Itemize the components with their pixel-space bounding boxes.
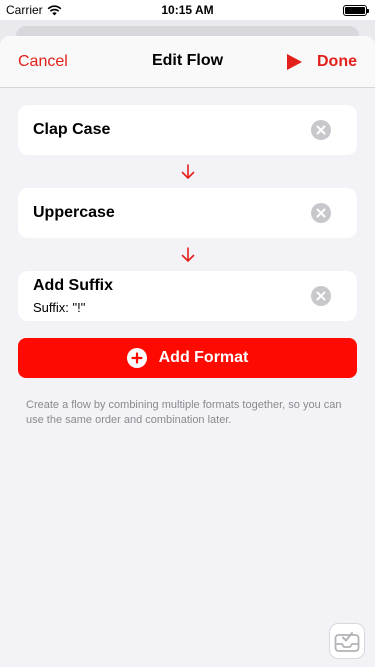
add-format-label: Add Format	[158, 349, 249, 366]
flow-steps-list: Clap Case Uppercase Add Suffix Suffix: "…	[18, 105, 357, 321]
tray-check-icon	[334, 632, 360, 652]
flow-step[interactable]: Add Suffix Suffix: "!"	[18, 271, 357, 321]
remove-step-icon[interactable]	[311, 120, 331, 140]
app-logo-icon	[329, 623, 365, 659]
plus-circle-icon	[126, 348, 147, 368]
battery-level	[345, 7, 365, 14]
battery-icon	[343, 5, 369, 16]
done-button[interactable]: Done	[317, 53, 357, 71]
flow-step[interactable]: Clap Case	[18, 105, 357, 155]
arrow-down-icon	[181, 163, 194, 179]
step-subtitle: Suffix: "!"	[33, 300, 86, 315]
add-format-button[interactable]: Add Format	[18, 338, 357, 378]
play-icon[interactable]	[285, 53, 303, 71]
cancel-button[interactable]: Cancel	[18, 53, 68, 71]
flow-arrow	[18, 155, 357, 188]
step-title: Clap Case	[33, 121, 111, 138]
remove-step-icon[interactable]	[311, 203, 331, 223]
step-title: Uppercase	[33, 204, 115, 221]
remove-step-icon[interactable]	[311, 286, 331, 306]
arrow-down-icon	[181, 246, 194, 262]
flow-arrow	[18, 238, 357, 271]
step-title: Add Suffix	[33, 277, 113, 294]
footer-note: Create a flow by combining multiple form…	[26, 399, 342, 426]
status-bar: Carrier 10:15 AM	[0, 0, 375, 20]
navigation-bar: Cancel Edit Flow Done	[0, 36, 375, 88]
flow-step[interactable]: Uppercase	[18, 188, 357, 238]
edit-flow-sheet: Cancel Edit Flow Done Clap Case Uppercas…	[0, 36, 375, 667]
status-time: 10:15 AM	[161, 3, 214, 17]
